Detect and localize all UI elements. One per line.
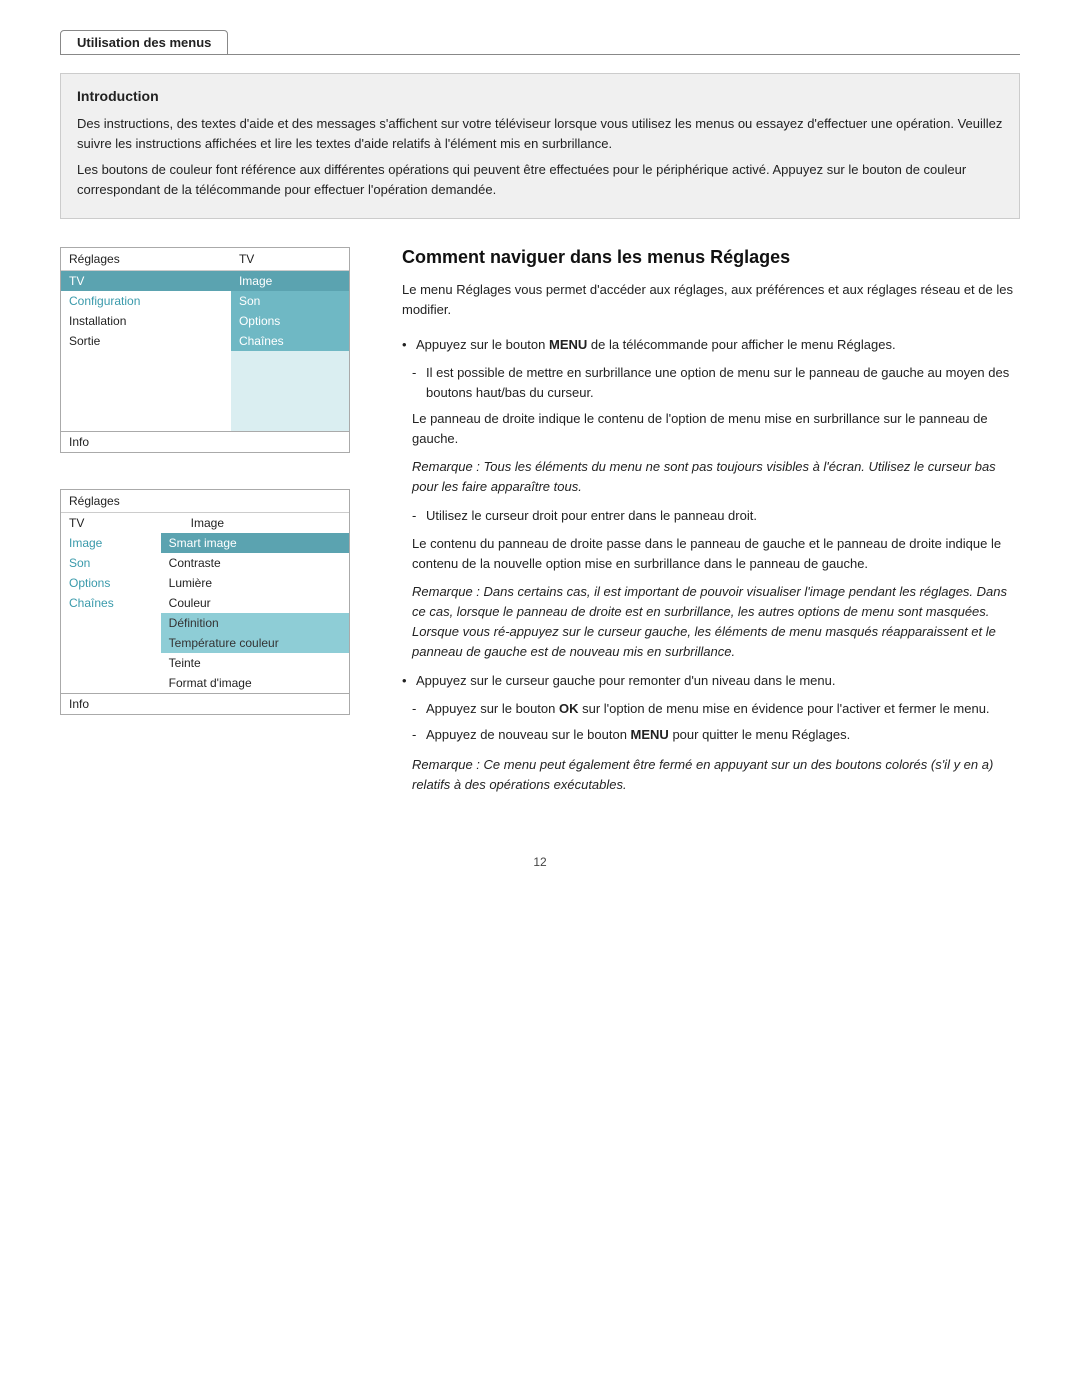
menu1-row4-left: Sortie [61,331,231,351]
panel-note-1: Le panneau de droite indique le contenu … [402,409,1020,449]
dash-item-3: - Appuyez sur le bouton OK sur l'option … [402,699,1020,719]
menu1-row4-right: Chaînes [231,331,349,351]
panel-note-2: Le contenu du panneau de droite passe da… [402,534,1020,574]
menu2-row2-left: Son [61,553,161,573]
menu1-row5-right [231,351,349,371]
table-row [61,391,349,411]
left-column: Réglages TV TV Image Configuration Son I… [60,247,370,751]
italic-note-1: Remarque : Tous les éléments du menu ne … [402,457,1020,497]
bullet-item-1: • Appuyez sur le bouton MENU de la téléc… [402,335,1020,355]
table-row [61,411,349,431]
menu2-row7-right: Teinte [161,653,349,673]
intro-title: Introduction [77,86,1003,108]
section-intro: Le menu Réglages vous permet d'accéder a… [402,280,1020,320]
dash-2: - [412,506,426,526]
bullet-text-2: Appuyez sur le curseur gauche pour remon… [416,671,835,691]
menu2-header-row: Réglages [61,490,349,513]
table-row: Configuration Son [61,291,349,311]
dash-text-2: Utilisez le curseur droit pour entrer da… [426,506,757,526]
menu1-row7-left [61,391,231,411]
bullet-dot-2: • [402,671,416,691]
menu1-header-right: TV [231,248,349,271]
menu1-row3-right: Options [231,311,349,331]
intro-paragraph1: Des instructions, des textes d'aide et d… [77,114,1003,154]
bullet-text-1: Appuyez sur le bouton MENU de la télécom… [416,335,896,355]
menu1-row6-left [61,371,231,391]
menu2-subheader-left: TV [61,513,161,534]
dash-1: - [412,363,426,383]
dash-4: - [412,725,426,745]
dash-text-4: Appuyez de nouveau sur le bouton MENU po… [426,725,850,745]
table-row: Image Smart image [61,533,349,553]
bullet-item-2: • Appuyez sur le curseur gauche pour rem… [402,671,1020,691]
menu1-row3-left: Installation [61,311,231,331]
menu2-row4-left: Chaînes [61,593,161,613]
menu2-row5-right: Définition [161,613,349,633]
menu2-row6-left [61,633,161,653]
dash-item-1: - Il est possible de mettre en surbrilla… [402,363,1020,403]
menu2-row3-right: Lumière [161,573,349,593]
content-block-1: • Appuyez sur le bouton MENU de la téléc… [402,335,1020,796]
menu1-row5-left [61,351,231,371]
menu2-row6-right: Température couleur [161,633,349,653]
table-row: Options Lumière [61,573,349,593]
menu1-row1-right: Image [231,271,349,292]
italic-note-3: Remarque : Ce menu peut également être f… [402,755,1020,795]
right-column: Comment naviguer dans les menus Réglages… [402,247,1020,807]
table-row: TV Image [61,271,349,292]
table-row: Son Contraste [61,553,349,573]
menu2-row3-left: Options [61,573,161,593]
menu2-header-left: Réglages [61,490,161,513]
bullet-dot-1: • [402,335,416,355]
menu2-row4-right: Couleur [161,593,349,613]
table-row: Définition [61,613,349,633]
header-tab: Utilisation des menus [60,30,228,55]
menu2-row8-right: Format d'image [161,673,349,693]
menu1-row8-left [61,411,231,431]
menu1-info-row: Info [61,431,349,452]
menu1-row2-right: Son [231,291,349,311]
main-content: Réglages TV TV Image Configuration Son I… [60,247,1020,807]
table-row: Format d'image [61,673,349,693]
menu1-header-left: Réglages [61,248,231,271]
table-row: Sortie Chaînes [61,331,349,351]
menu2-row5-left [61,613,161,633]
menu2-subheader-right: Image [161,513,349,534]
dash-text-1: Il est possible de mettre en surbrillanc… [426,363,1020,403]
menu2-row7-left [61,653,161,673]
menu1-row1-left: TV [61,271,231,292]
table-row [61,371,349,391]
table-row: TV Image [61,513,349,534]
dash-item-4: - Appuyez de nouveau sur le bouton MENU … [402,725,1020,745]
menu-screenshot-1: Réglages TV TV Image Configuration Son I… [60,247,350,453]
page-header: Utilisation des menus [60,30,1020,55]
table-row: Installation Options [61,311,349,331]
menu2-row8-left [61,673,161,693]
table-row: Chaînes Couleur [61,593,349,613]
menu1-row6-right [231,371,349,391]
menu1-row7-right [231,391,349,411]
dash-item-2: - Utilisez le curseur droit pour entrer … [402,506,1020,526]
dash-text-3: Appuyez sur le bouton OK sur l'option de… [426,699,990,719]
intro-box: Introduction Des instructions, des texte… [60,73,1020,219]
menu1-row8-right [231,411,349,431]
table-row [61,351,349,371]
table-row: Teinte [61,653,349,673]
italic-note-2: Remarque : Dans certains cas, il est imp… [402,582,1020,663]
menu-screenshot-2: Réglages TV Image Image Smart image Son … [60,489,350,715]
dash-3: - [412,699,426,719]
menu2-row1-right: Smart image [161,533,349,553]
menu2-row1-left: Image [61,533,161,553]
menu2-info-row: Info [61,693,349,714]
menu1-row2-left: Configuration [61,291,231,311]
intro-paragraph2: Les boutons de couleur font référence au… [77,160,1003,200]
menu2-row2-right: Contraste [161,553,349,573]
page-number: 12 [60,855,1020,869]
table-row: Température couleur [61,633,349,653]
section-title: Comment naviguer dans les menus Réglages [402,247,1020,268]
menu2-header-right [161,490,349,513]
menu1-header-row: Réglages TV [61,248,349,271]
